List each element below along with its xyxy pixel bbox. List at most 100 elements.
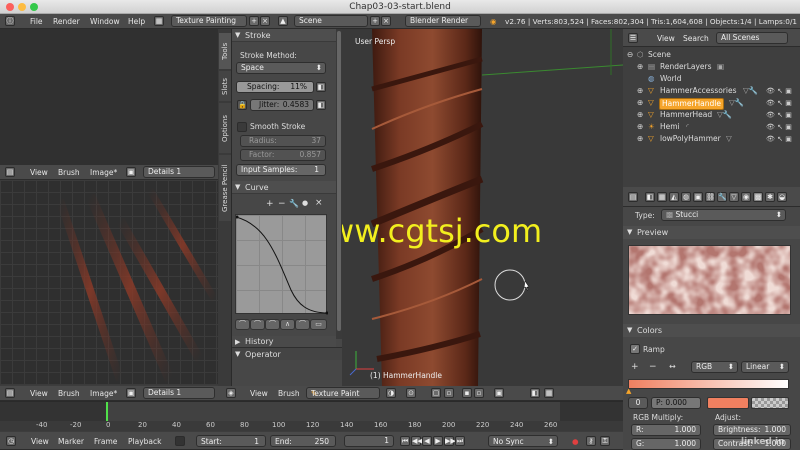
curve-preset-sharp[interactable]: ∧ xyxy=(280,319,295,330)
factor-field[interactable]: Factor: 0.857 xyxy=(240,149,326,161)
uv-editor-type-icon[interactable]: ▤ xyxy=(5,167,15,177)
menu-help[interactable]: Help xyxy=(128,15,145,28)
render-image-icon[interactable]: ▦ xyxy=(544,388,554,398)
curve-preset-smooth[interactable]: ⌒ xyxy=(235,319,250,330)
current-frame-indicator[interactable] xyxy=(106,402,108,422)
ramp-color-mode-select[interactable]: RGB ⬍ xyxy=(691,361,738,373)
outliner-menu-view[interactable]: View xyxy=(657,32,675,45)
color-ramp-bar[interactable] xyxy=(628,379,789,389)
layout-icon[interactable]: ▦ xyxy=(154,16,164,26)
info-editor-icon[interactable]: ⓘ xyxy=(5,16,15,26)
uv-footer-image[interactable]: Image* xyxy=(90,387,117,400)
layer-2-icon[interactable]: ▫ xyxy=(474,388,484,398)
uv-footer-brush[interactable]: Brush xyxy=(58,387,80,400)
viewport-menu-view[interactable]: View xyxy=(250,387,268,400)
uv-footer-type-icon[interactable]: ▤ xyxy=(5,388,15,398)
ramp-remove-icon[interactable]: − xyxy=(649,362,657,372)
constraint-tab-icon[interactable]: ⛓ xyxy=(705,192,715,202)
outliner-row-scene[interactable]: ⊖ ⬡ Scene xyxy=(623,49,799,61)
end-frame-field[interactable]: End: 250 xyxy=(270,435,336,447)
timeline-menu-marker[interactable]: Marker xyxy=(58,435,84,448)
object-tab-icon[interactable]: ▣ xyxy=(693,192,703,202)
restrict-icons-row[interactable]: 👁 ↖ ▣ xyxy=(766,121,798,133)
shading-icon[interactable]: ◑ xyxy=(386,388,396,398)
restrict-icons-row[interactable]: 👁 ↖ ▣ xyxy=(766,109,798,121)
uv-menu-view[interactable]: View xyxy=(30,166,48,179)
remove-scene-icon[interactable]: × xyxy=(381,16,391,26)
vertex-mask-icon[interactable]: ▫ xyxy=(444,388,454,398)
lock-icon[interactable]: 🔒 xyxy=(237,100,247,110)
texture-type-select[interactable]: ▩ Stucci ⬍ xyxy=(661,209,786,221)
curve-preset-constant[interactable]: ▭ xyxy=(310,319,327,330)
uv-menu-brush[interactable]: Brush xyxy=(58,166,80,179)
input-samples-field[interactable]: Input Samples: 1 xyxy=(236,164,326,176)
brightness-field[interactable]: Brightness: 1.000 xyxy=(713,424,791,436)
layer-1-icon[interactable]: ▪ xyxy=(462,388,472,398)
curve-clip-icon[interactable]: ● xyxy=(302,199,308,207)
play-reverse-icon[interactable]: ◀ xyxy=(422,436,432,446)
colors-panel-header[interactable]: ▼ Colors xyxy=(623,324,800,337)
stroke-panel-header[interactable]: ▼ Stroke xyxy=(232,29,336,42)
tab-slots[interactable]: Slots xyxy=(219,71,231,101)
g-multiply-field[interactable]: G: 1.000 xyxy=(631,438,701,450)
image-browse-icon[interactable]: ▣ xyxy=(126,167,136,177)
timeline-menu-playback[interactable]: Playback xyxy=(128,435,161,448)
uv-footer-browse-icon[interactable]: ▣ xyxy=(126,388,136,398)
expand-icon[interactable]: ⊕ xyxy=(637,61,643,73)
next-keyframe-icon[interactable]: ▶▶ xyxy=(444,436,456,446)
outliner-filter-select[interactable]: All Scenes xyxy=(716,32,788,44)
expand-icon[interactable]: ⊕ xyxy=(637,109,643,121)
render-engine-selector[interactable]: Blender Render xyxy=(405,15,481,27)
curve-tools-icon[interactable]: 🔧 xyxy=(289,199,299,208)
render-layer-tab-icon[interactable]: ▦ xyxy=(657,192,667,202)
ramp-color-swatch[interactable] xyxy=(707,397,749,409)
particles-tab-icon[interactable]: ✱ xyxy=(765,192,775,202)
render-preview-icon[interactable]: ▣ xyxy=(494,388,504,398)
world-tab-icon[interactable]: ◍ xyxy=(681,192,691,202)
expand-icon[interactable]: ⊕ xyxy=(637,85,643,97)
pivot-icon[interactable]: ⊙ xyxy=(406,388,416,398)
ramp-stop-marker[interactable]: ▲ xyxy=(626,387,631,395)
3d-view-type-icon[interactable]: ◈ xyxy=(226,388,236,398)
menu-file[interactable]: File xyxy=(30,15,43,28)
maximize-window-icon[interactable] xyxy=(30,3,38,11)
menu-window[interactable]: Window xyxy=(90,15,120,28)
start-frame-field[interactable]: Start: 1 xyxy=(196,435,266,447)
curve-panel-header[interactable]: ▼ Curve xyxy=(232,181,336,194)
minimize-window-icon[interactable] xyxy=(18,3,26,11)
jitter-pressure-icon[interactable]: ◧ xyxy=(316,100,326,110)
jump-end-icon[interactable]: ⏭ xyxy=(455,436,465,446)
r-multiply-field[interactable]: R: 1.000 xyxy=(631,424,701,436)
outliner-menu-search[interactable]: Search xyxy=(683,32,709,45)
uv-menu-image[interactable]: Image* xyxy=(90,166,117,179)
scene-icon[interactable]: ▲ xyxy=(278,16,288,26)
add-scene-icon[interactable]: + xyxy=(370,16,380,26)
physics-tab-icon[interactable]: ◒ xyxy=(777,192,787,202)
image-editor-upper[interactable] xyxy=(0,29,218,165)
expand-icon[interactable]: ⊕ xyxy=(637,133,643,145)
pressure-icon[interactable]: ◧ xyxy=(316,82,326,92)
expand-icon[interactable]: ⊕ xyxy=(637,121,643,133)
properties-type-icon[interactable]: ▤ xyxy=(628,192,638,202)
render-tab-icon[interactable]: ◧ xyxy=(645,192,655,202)
scene-selector[interactable]: Scene xyxy=(294,15,368,27)
insert-keyframe-icon[interactable]: ⚿ xyxy=(600,436,610,446)
mode-selector[interactable]: ✎ Texture Paint xyxy=(306,387,380,399)
record-checkbox[interactable] xyxy=(175,436,185,446)
close-window-icon[interactable] xyxy=(6,3,14,11)
curve-add-point-icon[interactable]: + xyxy=(266,199,274,209)
uv-canvas[interactable] xyxy=(0,180,218,385)
add-layout-icon[interactable]: + xyxy=(249,16,259,26)
preview-panel-header[interactable]: ▼ Preview xyxy=(623,226,800,239)
spacing-slider[interactable]: Spacing: 11% xyxy=(236,81,314,93)
curve-remove-point-icon[interactable]: − xyxy=(278,199,286,209)
operator-panel-header[interactable]: ▼ Operator xyxy=(232,347,342,360)
outliner-row-renderlayers[interactable]: ⊕ ▤ RenderLayers ▣ xyxy=(623,61,799,73)
timeline-menu-frame[interactable]: Frame xyxy=(94,435,117,448)
ramp-position-field[interactable]: P: 0.000 xyxy=(651,397,701,409)
jitter-slider[interactable]: Jitter: 0.4583 xyxy=(250,99,314,111)
falloff-curve-widget[interactable] xyxy=(235,214,328,315)
keying-set-icon[interactable]: ⚷ xyxy=(586,436,596,446)
ramp-checkbox[interactable]: ✓ xyxy=(630,344,640,354)
ramp-add-icon[interactable]: + xyxy=(631,362,639,372)
